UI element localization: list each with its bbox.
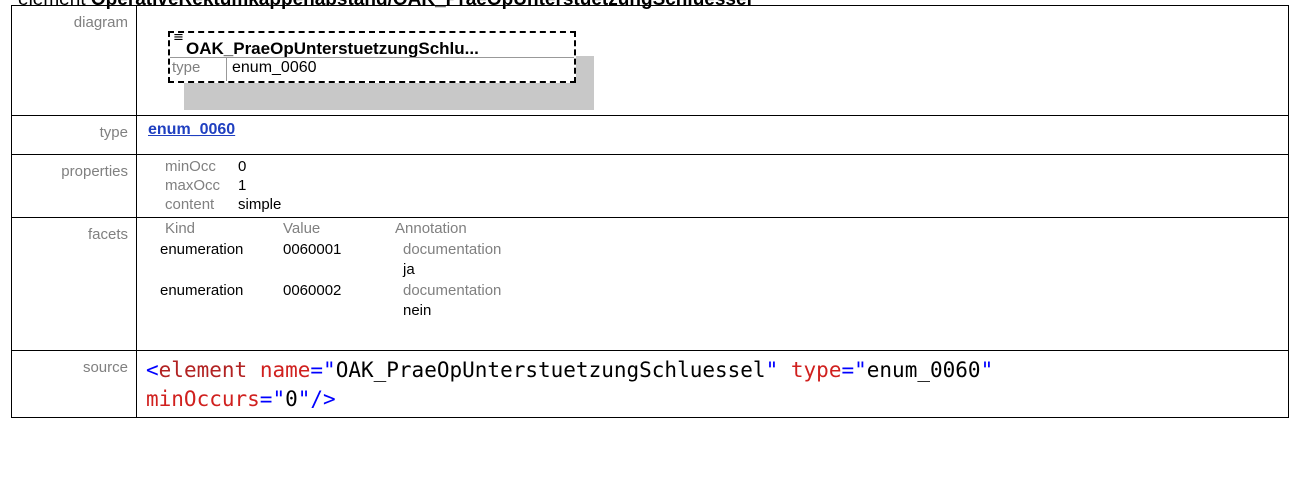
property-key: content xyxy=(165,196,215,213)
diagram-type-value: enum_0060 xyxy=(232,59,317,76)
type-link[interactable]: enum_0060 xyxy=(148,121,235,138)
facet-kind: enumeration xyxy=(160,240,244,258)
source-attr-name: name xyxy=(259,358,311,382)
facets-header-value: Value xyxy=(283,220,321,237)
type-row-label: type xyxy=(11,115,137,155)
source-value-name: OAK_PraeOpUnterstuetzungSchluessel xyxy=(335,358,766,382)
facets-header-annotation: Annotation xyxy=(395,220,467,237)
source-tag: element xyxy=(158,358,248,382)
source-attr-minoccurs: minOccurs xyxy=(146,387,260,411)
properties-row: properties minOcc 0 maxOcc 1 content sim… xyxy=(11,154,1289,218)
documentation-table: diagram ≡ OAK_PraeOpUnterstuetzungSchlu.… xyxy=(11,5,1289,418)
facets-table: Kind Value Annotation enumeration 006000… xyxy=(148,219,1280,322)
type-cell: enum_0060 xyxy=(136,115,1289,155)
property-key: maxOcc xyxy=(165,177,221,194)
property-value: 0 xyxy=(238,158,247,175)
properties-row-label: properties xyxy=(11,154,137,218)
source-cell: <element name="OAK_PraeOpUnterstuetzungS… xyxy=(136,350,1289,418)
diagram-title: OAK_PraeOpUnterstuetzungSchlu... xyxy=(186,39,479,58)
facet-value: 0060002 xyxy=(283,281,342,299)
source-code: <element name="OAK_PraeOpUnterstuetzungS… xyxy=(146,358,994,411)
properties-cell: minOcc 0 maxOcc 1 content simple xyxy=(136,154,1289,218)
element-diagram[interactable]: ≡ OAK_PraeOpUnterstuetzungSchlu... type … xyxy=(148,31,1280,110)
facet-value: 0060001 xyxy=(283,240,342,258)
facet-kind: enumeration xyxy=(160,281,244,299)
source-row-label: source xyxy=(11,350,137,418)
diagram-box[interactable]: ≡ OAK_PraeOpUnterstuetzungSchlu... type … xyxy=(168,31,576,83)
facet-doc: ja xyxy=(403,261,415,278)
facet-doc: nein xyxy=(403,302,432,319)
element-icon: ≡ xyxy=(173,30,184,45)
source-attr-type: type xyxy=(790,358,842,382)
property-key: minOcc xyxy=(165,158,216,175)
diagram-divider-vertical xyxy=(226,57,227,81)
facets-row-label: facets xyxy=(11,217,137,351)
properties-list: minOcc 0 maxOcc 1 content simple xyxy=(148,157,1280,214)
property-value: 1 xyxy=(238,177,247,194)
diagram-type-key: type xyxy=(172,59,201,76)
facet-doc-label: documentation xyxy=(403,281,502,299)
diagram-divider xyxy=(170,57,574,58)
diagram-row-label: diagram xyxy=(11,5,137,116)
source-value-minoccurs: 0 xyxy=(285,387,298,411)
facets-cell: Kind Value Annotation enumeration 006000… xyxy=(136,217,1289,351)
property-value: simple xyxy=(238,196,282,213)
diagram-cell: ≡ OAK_PraeOpUnterstuetzungSchlu... type … xyxy=(136,5,1289,116)
facet-doc-label: documentation xyxy=(403,240,502,258)
source-row: source <element name="OAK_PraeOpUnterstu… xyxy=(11,350,1289,418)
type-row: type enum_0060 xyxy=(11,115,1289,155)
diagram-row: diagram ≡ OAK_PraeOpUnterstuetzungSchlu.… xyxy=(11,5,1289,116)
facets-header-kind: Kind xyxy=(165,220,196,237)
facets-row: facets Kind Value Annotation enumeration… xyxy=(11,217,1289,351)
source-value-type: enum_0060 xyxy=(866,358,981,382)
